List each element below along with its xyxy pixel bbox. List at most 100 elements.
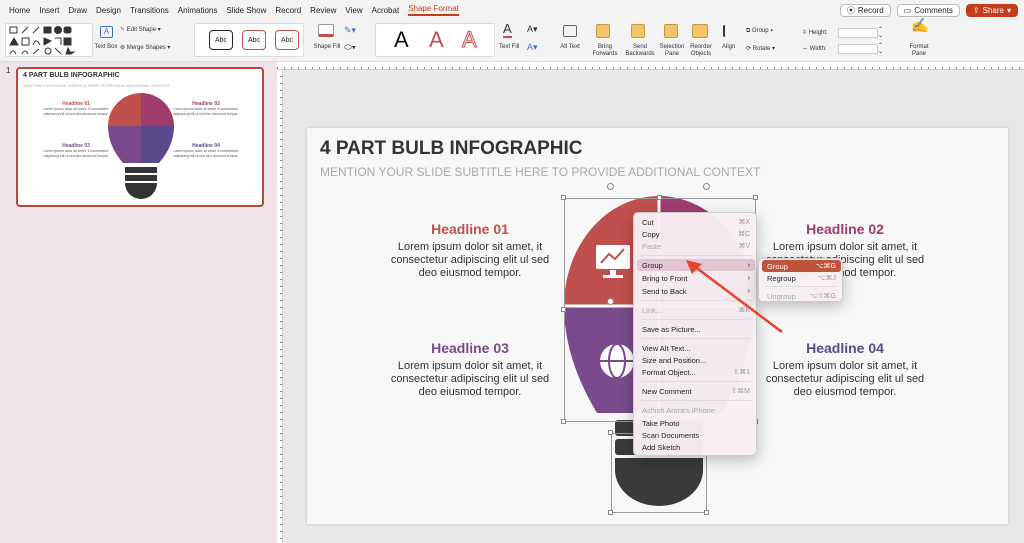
format-pane-label[interactable]: Format Pane (906, 44, 932, 58)
wordart-outline[interactable]: A (462, 27, 478, 52)
thumb-block-1: Headline 01 Lorem ipsum dolor sit amet, i… (38, 101, 114, 117)
annotation-arrow (686, 260, 783, 333)
rotate-handle-icon[interactable] (703, 183, 710, 190)
group-button[interactable]: ⧉ Group ▾ (746, 28, 773, 35)
height-icon: ⇳ (802, 30, 808, 36)
submenu-shortcut: ⌥⇧⌘G (809, 293, 836, 300)
merge-shapes-button[interactable]: ⊚ Merge Shapes ▾ (120, 45, 170, 52)
wordart-black[interactable]: A (394, 28, 409, 52)
send-backwards-icon[interactable] (631, 24, 645, 38)
resize-handle[interactable] (561, 195, 566, 200)
slide-subtitle[interactable]: MENTION YOUR SLIDE SUBTITLE HERE TO PROV… (320, 165, 760, 179)
resize-handle[interactable] (704, 510, 709, 515)
tab-home[interactable]: Home (9, 6, 30, 15)
share-icon: ⇪ (972, 6, 980, 15)
menu-item-size-and-position[interactable]: Size and Position... (637, 354, 755, 366)
pen-icon[interactable]: ✎▾ (344, 26, 356, 35)
tab-acrobat[interactable]: Acrobat (372, 6, 400, 15)
text-fill-icon[interactable]: A (503, 22, 512, 38)
tab-shape-format[interactable]: Shape Format (408, 4, 459, 16)
rotate-handle-icon[interactable] (607, 183, 614, 190)
shape-fill-icon[interactable] (318, 24, 334, 37)
share-button[interactable]: ⇪ Share ▾ (965, 4, 1018, 17)
wordart-gallery[interactable]: A A A (375, 23, 495, 57)
text-block-3[interactable]: Headline 03 Lorem ipsum dolor sit amet, i… (390, 340, 550, 399)
tab-transitions[interactable]: Transitions (130, 6, 169, 15)
text-box-icon[interactable]: A (100, 26, 113, 38)
format-pane-icon[interactable]: ✍ (911, 18, 928, 32)
alt-text-icon[interactable] (563, 25, 577, 37)
thumb-block-3: Headline 03 Lorem ipsum dolor sit amet, i… (38, 143, 114, 159)
tab-record[interactable]: Record (275, 6, 301, 15)
shape-fill-label[interactable]: Shape Fill (313, 44, 341, 51)
shapes-gallery[interactable] (5, 23, 93, 57)
text-block-4[interactable]: Headline 04 Lorem ipsum dolor sit amet, i… (765, 340, 925, 399)
tab-draw[interactable]: Draw (68, 6, 87, 15)
send-backwards-label[interactable]: Send Backwards (622, 44, 658, 58)
thumb-body-3: Lorem ipsum dolor sit amet, it consectet… (43, 149, 109, 158)
menu-item-add-sketch[interactable]: Add Sketch (637, 441, 755, 453)
style-red-outline[interactable]: Abc (275, 30, 299, 50)
wordart-red[interactable]: A (429, 28, 444, 52)
shape-styles-gallery[interactable]: Abc Abc Abc (194, 23, 304, 57)
menu-item-scan-documents[interactable]: Scan Documents (637, 429, 755, 441)
menu-item-format-object[interactable]: Format Object... ⇧⌘1 (637, 366, 755, 378)
reorder-objects-label[interactable]: Reorder Objects (687, 44, 715, 58)
align-icon[interactable] (723, 25, 737, 37)
thumb-title: 4 PART BULB INFOGRAPHIC (23, 72, 120, 79)
slide-thumbnail[interactable]: 4 PART BULB INFOGRAPHIC MENTION YOUR SLI… (16, 67, 264, 207)
width-stepper[interactable]: ⌃ ⌄ (878, 43, 883, 55)
rotate-handle-icon[interactable] (607, 298, 614, 305)
edit-shape-button[interactable]: ✎ Edit Shape ▾ (120, 27, 161, 34)
text-box-label[interactable]: Text Box (94, 44, 118, 51)
resize-handle[interactable] (561, 419, 566, 424)
thumb-body-4: Lorem ipsum dolor sit amet, it consectet… (173, 149, 239, 158)
height-stepper[interactable]: ⌃ ⌄ (878, 27, 883, 39)
selection-pane-icon[interactable] (664, 24, 678, 38)
comments-button[interactable]: ▭ Comments (896, 4, 960, 17)
reorder-objects-icon[interactable] (692, 24, 708, 38)
tab-review[interactable]: Review (310, 6, 336, 15)
bring-forwards-icon[interactable] (596, 24, 610, 38)
rotate-button[interactable]: ⟳ Rotate ▾ (746, 46, 775, 53)
align-label[interactable]: Align (722, 44, 735, 51)
record-label: Record (857, 6, 884, 15)
tab-slide-show[interactable]: Slide Show (226, 6, 266, 15)
slide-title[interactable]: 4 PART BULB INFOGRAPHIC (320, 138, 582, 160)
style-dark[interactable]: Abc (209, 30, 233, 50)
tab-animations[interactable]: Animations (178, 6, 218, 15)
bring-forwards-label[interactable]: Bring Forwards (588, 44, 622, 58)
menu-label: Link... (642, 305, 663, 315)
menu-label: Format Object... (642, 367, 696, 377)
comments-label: Comments (914, 6, 953, 15)
effects-icon[interactable]: ⬭▾ (344, 43, 356, 52)
text-fill-label[interactable]: Text Fill (499, 44, 519, 51)
record-button[interactable]: ⦿ Record (839, 4, 891, 17)
style-red[interactable]: Abc (242, 30, 266, 50)
resize-handle[interactable] (608, 430, 613, 435)
tab-view[interactable]: View (345, 6, 362, 15)
menu-item-new-comment[interactable]: New Comment ⇧⌘M (637, 385, 755, 397)
selection-pane-label[interactable]: Selection Pane (657, 44, 687, 58)
menu-item-cut[interactable]: Cut ⌘X (637, 216, 755, 228)
resize-handle[interactable] (753, 195, 758, 200)
text-block-1[interactable]: Headline 01 Lorem ipsum dolor sit amet, i… (390, 221, 550, 280)
menu-label: View Alt Text... (642, 343, 691, 353)
height-field[interactable] (838, 28, 878, 38)
alt-text-label[interactable]: Alt Text (559, 44, 581, 51)
width-field[interactable] (838, 44, 878, 54)
menu-item-take-photo[interactable]: Take Photo (637, 417, 755, 429)
tab-design[interactable]: Design (96, 6, 121, 15)
menu-label: Group (642, 260, 663, 270)
tab-insert[interactable]: Insert (39, 6, 59, 15)
menu-item-view-alt-text[interactable]: View Alt Text... (637, 342, 755, 354)
menu-item-copy[interactable]: Copy ⌘C (637, 228, 755, 240)
menu-item-paste[interactable]: Paste ⌘V (637, 240, 755, 252)
thumb-subtitle: MENTION YOUR SLIDE SUBTITLE HERE TO PROV… (23, 83, 170, 88)
merge-shapes-icon: ⊚ (120, 45, 126, 51)
resize-handle[interactable] (608, 510, 613, 515)
resize-handle[interactable] (561, 307, 566, 312)
text-effects-icon[interactable]: A▾ (527, 43, 538, 52)
resize-handle[interactable] (657, 195, 662, 200)
text-outline-icon[interactable]: A▾ (527, 25, 538, 34)
